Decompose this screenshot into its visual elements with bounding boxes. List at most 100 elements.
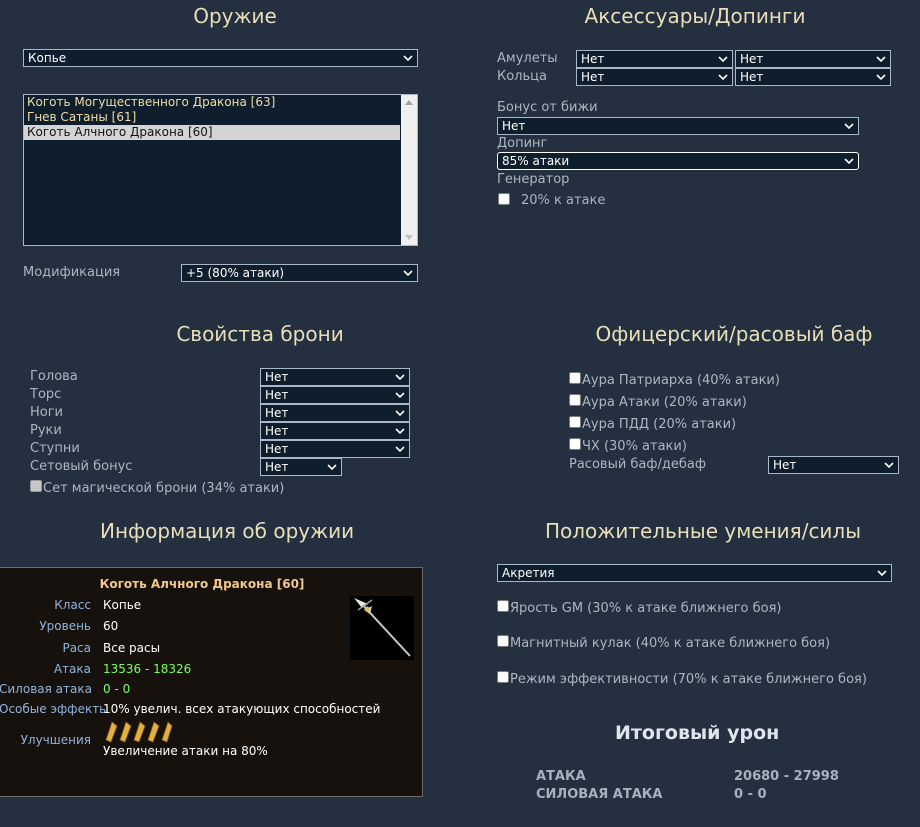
modification-value: +5 (80% атаки) [186,266,285,280]
info-key: Раса [62,641,91,655]
race-buff-select[interactable]: Нет [768,456,899,474]
weapon-type-select[interactable]: Копье [23,49,418,67]
chevron-down-icon [327,464,337,471]
info-value: Копье [103,598,142,612]
armor-section-title: Свойства брони [176,322,344,346]
total-attack-label: АТАКА [536,769,586,784]
generator-label: Генератор [497,172,570,187]
skills-select[interactable]: Акретия [497,564,892,582]
chevron-down-icon [876,56,886,63]
officer-section-title: Офицерский/расовый баф [595,322,873,346]
info-key: Силовая атака [0,682,92,696]
listbox-scrollbar[interactable] [401,95,417,245]
list-item[interactable]: Коготь Алчного Дракона [60] [24,125,400,140]
info-key: Атака [53,662,91,676]
armor-head-label: Голова [30,369,78,384]
magnetic-fist-checkbox[interactable] [497,635,509,647]
gm-rage-checkbox[interactable] [497,600,509,612]
aura-attack-checkbox[interactable] [569,394,581,406]
list-item[interactable]: Гнев Сатаны [61] [24,110,400,125]
jewel-bonus-select[interactable]: Нет [497,117,859,135]
chevron-down-icon [395,392,405,399]
info-section-title: Информация об оружии [100,519,355,543]
chh-checkbox[interactable] [569,438,581,450]
info-key: Улучшения [20,733,91,747]
amulets-label: Амулеты [497,51,558,66]
chevron-down-icon [876,74,886,81]
magic-set-label: Сет магической брони (34% атаки) [43,481,285,496]
armor-legs-value: Нет [265,406,289,420]
info-value: 13536 - 18326 [103,662,192,676]
aura-patriarch-label: Аура Патриарха (40% атаки) [582,373,780,388]
weapon-section-title: Оружие [193,4,277,28]
doping-select[interactable]: 85% атаки [497,152,859,170]
chevron-down-icon [403,270,413,277]
amulet-1-select[interactable]: Нет [576,50,733,68]
chevron-down-icon [844,123,854,130]
scroll-up-icon[interactable] [405,100,413,105]
scroll-down-icon[interactable] [405,235,413,240]
aura-attack-label: Аура Атаки (20% атаки) [582,395,747,410]
total-force-value: 0 - 0 [734,787,767,802]
chevron-down-icon [844,158,854,165]
armor-feet-label: Ступни [30,441,80,456]
armor-hands-select[interactable]: Нет [260,422,410,440]
upgrade-gems-icon [105,721,173,743]
info-value: 0 - 0 [103,682,131,696]
magnetic-fist-label: Магнитный кулак (40% к атаке ближнего бо… [510,636,831,651]
armor-head-select[interactable]: Нет [260,368,410,386]
modification-select[interactable]: +5 (80% атаки) [181,264,418,282]
info-value: 10% увелич. всех атакующих способностей [103,702,381,716]
weapon-info-name: Коготь Алчного Дракона [60] [99,577,305,591]
aura-pdd-checkbox[interactable] [569,416,581,428]
armor-feet-select[interactable]: Нет [260,440,410,458]
ring-1-value: Нет [581,70,605,84]
chevron-down-icon [718,56,728,63]
ring-2-value: Нет [740,70,764,84]
total-attack-value: 20680 - 27998 [734,769,839,784]
list-item[interactable]: Коготь Могущественного Дракона [63] [24,95,400,110]
armor-torso-select[interactable]: Нет [260,386,410,404]
amulet-2-value: Нет [740,52,764,66]
chevron-down-icon [718,74,728,81]
generator-option-label: 20% к атаке [521,193,606,208]
aura-pdd-label: Аура ПДД (20% атаки) [582,417,737,432]
doping-label: Допинг [497,136,548,151]
chevron-down-icon [395,410,405,417]
efficiency-mode-checkbox[interactable] [497,671,509,683]
rings-label: Кольца [497,69,547,84]
upgrade-text: Увеличение атаки на 80% [103,744,268,758]
efficiency-mode-label: Режим эффективности (70% к атаке ближнег… [510,672,867,687]
gm-rage-label: Ярость GM (30% к атаке ближнего боя) [510,601,782,616]
race-buff-label: Расовый баф/дебаф [569,457,706,472]
amulet-2-select[interactable]: Нет [735,50,891,68]
amulet-1-value: Нет [581,52,605,66]
generator-checkbox[interactable] [498,193,510,205]
chevron-down-icon [877,570,887,577]
aura-patriarch-checkbox[interactable] [569,372,581,384]
armor-hands-value: Нет [265,424,289,438]
weapon-listbox[interactable]: Коготь Могущественного Дракона [63] Гнев… [23,94,418,246]
armor-hands-label: Руки [30,423,62,438]
armor-legs-select[interactable]: Нет [260,404,410,422]
ring-1-select[interactable]: Нет [576,68,733,86]
modification-label: Модификация [23,265,121,280]
info-key: Особые эффекты [0,702,109,716]
chevron-down-icon [403,55,413,62]
set-bonus-value: Нет [265,460,289,474]
accessories-section-title: Аксессуары/Допинги [584,4,806,28]
weapon-info-card: Коготь Алчного Дракона [60] Класс Копье … [0,567,423,797]
chevron-down-icon [395,374,405,381]
chevron-down-icon [395,428,405,435]
info-key: Класс [54,598,91,612]
info-key: Уровень [39,619,91,633]
armor-head-value: Нет [265,370,289,384]
doping-value: 85% атаки [502,154,570,168]
armor-legs-label: Ноги [30,405,64,420]
skills-section-title: Положительные умения/силы [545,519,862,543]
set-bonus-label: Сетовый бонус [30,459,133,474]
ring-2-select[interactable]: Нет [735,68,891,86]
magic-set-checkbox[interactable] [30,480,42,492]
info-value: 60 [103,619,119,633]
set-bonus-select[interactable]: Нет [260,458,342,476]
